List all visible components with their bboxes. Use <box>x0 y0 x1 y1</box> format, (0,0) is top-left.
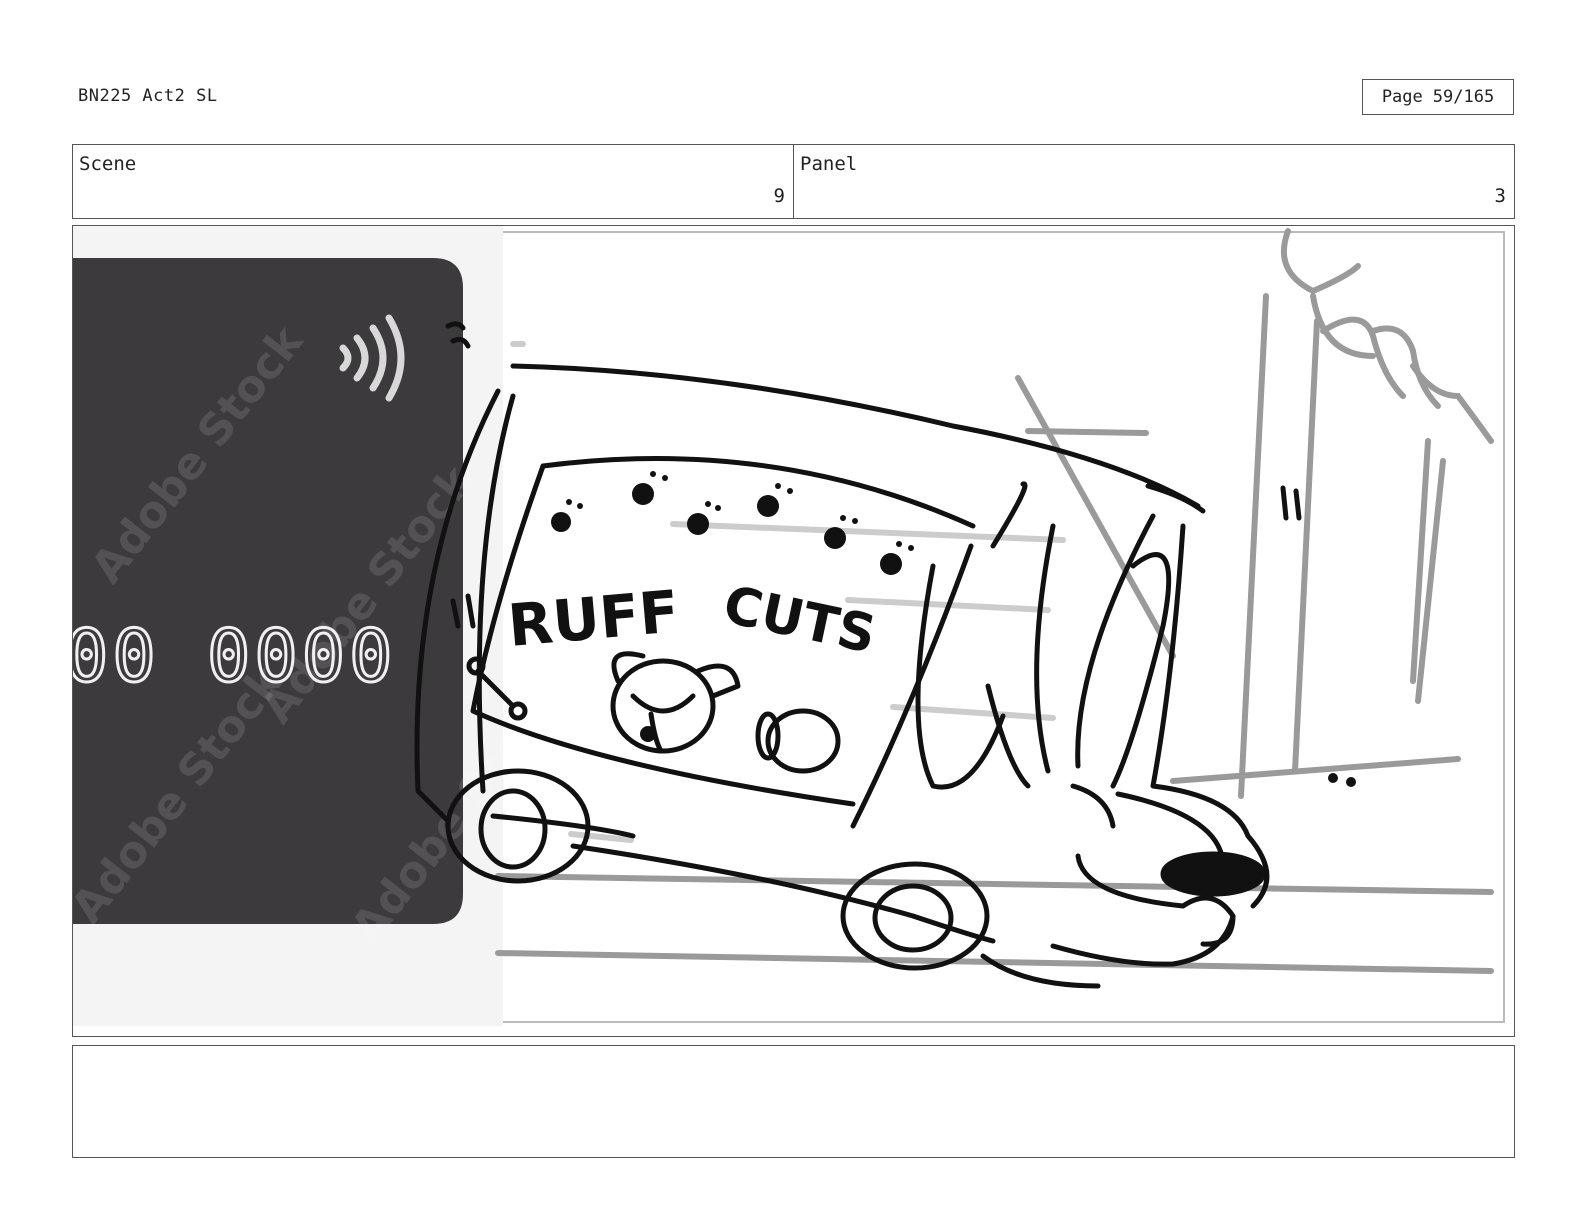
panel-sketch: 00 0000 Adobe Stock Adobe Stock Adobe St… <box>73 226 1505 1026</box>
panel-cell: Panel 3 <box>793 145 1514 218</box>
storyboard-panel: 00 0000 Adobe Stock Adobe Stock Adobe St… <box>72 225 1515 1037</box>
page-indicator: Page 59/165 <box>1362 79 1514 115</box>
van-sign-cuts: CUTS <box>718 575 880 666</box>
credit-card-image: 00 0000 Adobe Stock Adobe Stock Adobe St… <box>73 226 574 1026</box>
panel-notes <box>72 1045 1515 1158</box>
scene-panel-info: Scene 9 Panel 3 <box>72 144 1515 219</box>
scene-number: 9 <box>773 185 785 207</box>
document-title: BN225 Act2 SL <box>78 86 218 106</box>
van-sign-ruff: RUFF <box>505 577 681 660</box>
page-label: Page <box>1381 87 1423 107</box>
scene-label: Scene <box>79 153 137 175</box>
panel-label: Panel <box>800 153 858 175</box>
page-number: 59/165 <box>1432 87 1495 107</box>
scene-cell: Scene 9 <box>73 145 793 218</box>
panel-number: 3 <box>1494 185 1506 207</box>
